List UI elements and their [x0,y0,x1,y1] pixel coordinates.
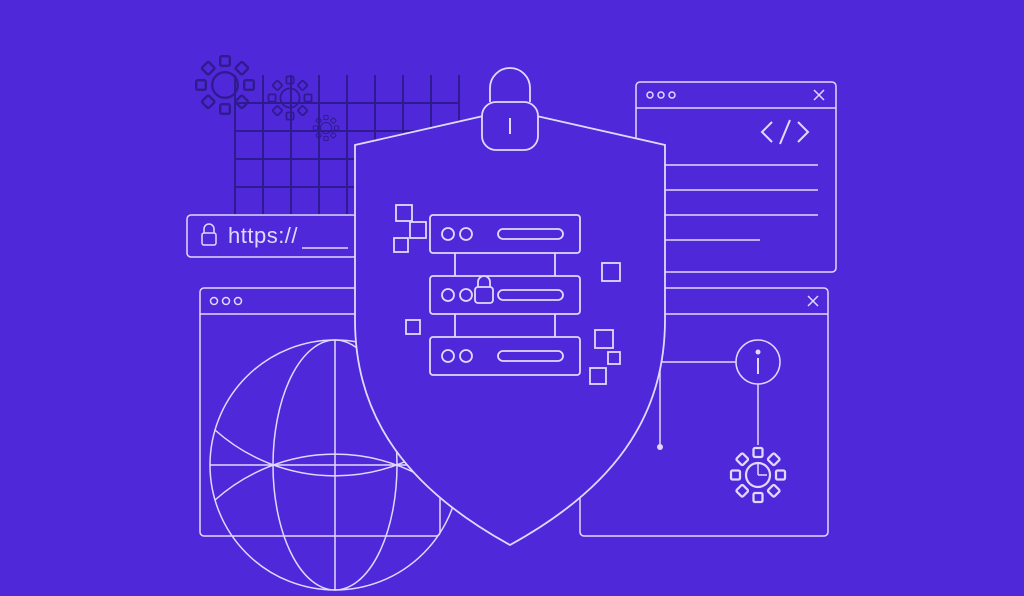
security-illustration: https:// [0,0,1024,596]
address-bar-protocol: https:// [228,223,298,249]
illustration-svg [0,0,1024,596]
gear-icon-small [313,115,338,140]
padlock-icon [482,68,538,150]
code-window [636,82,836,272]
gear-icon [731,448,785,502]
gear-icon-large [196,56,254,114]
info-icon [736,340,780,384]
